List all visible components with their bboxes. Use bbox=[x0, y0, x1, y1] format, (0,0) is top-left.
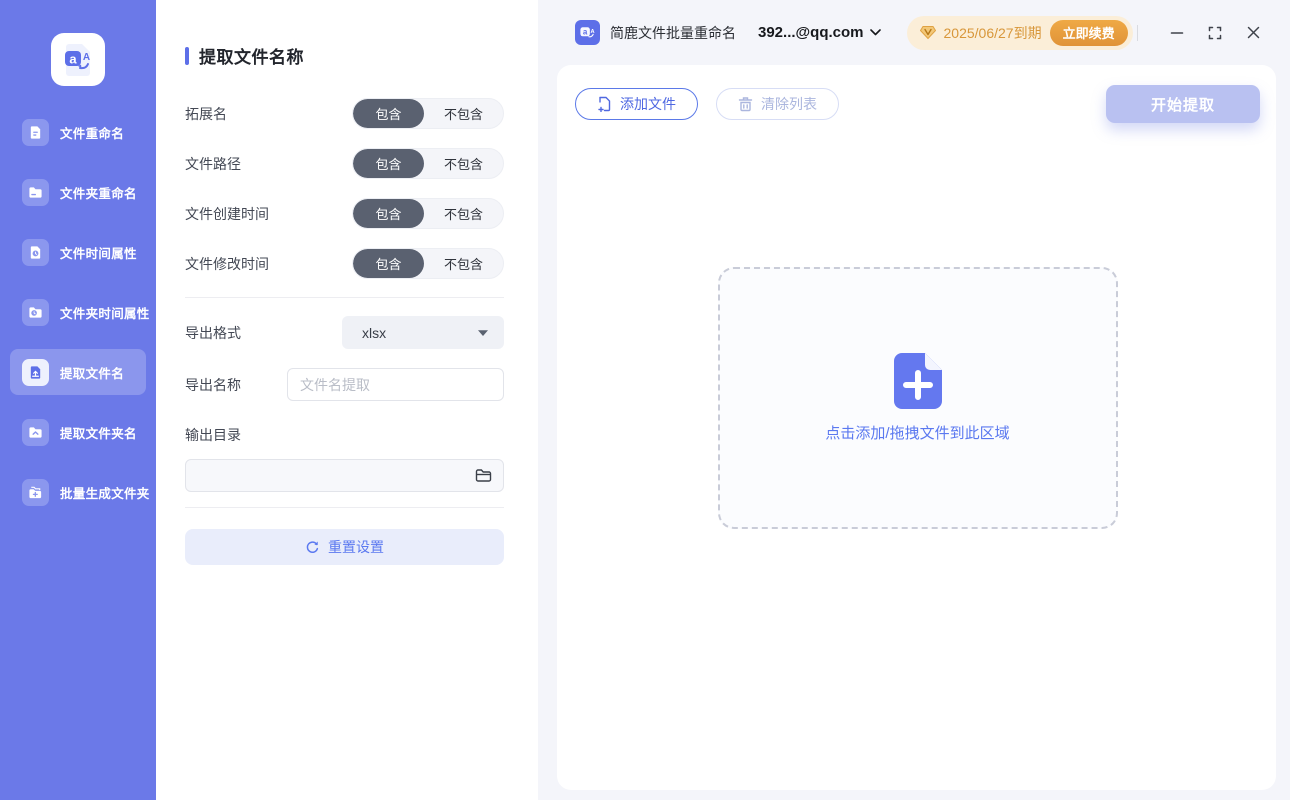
folder-clock-icon bbox=[22, 299, 49, 326]
close-icon bbox=[1247, 26, 1260, 39]
start-extract-button[interactable]: 开始提取 bbox=[1106, 85, 1260, 123]
sidebar-item-batch-create-folders[interactable]: 批量生成文件夹 bbox=[10, 469, 146, 515]
file-upload-icon bbox=[22, 359, 49, 386]
form-label: 导出名称 bbox=[185, 375, 241, 395]
export-format-row: 导出格式 xlsx bbox=[185, 316, 504, 349]
sidebar-item-extract-filename[interactable]: 提取文件名 bbox=[10, 349, 146, 395]
settings-panel: 提取文件名称 拓展名 包含 不包含 文件路径 包含 不包含 文件创建时间 包含 … bbox=[156, 0, 538, 800]
include-toggle: 包含 不包含 bbox=[352, 98, 504, 129]
include-toggle: 包含 不包含 bbox=[352, 148, 504, 179]
app-title: 简鹿文件批量重命名 bbox=[610, 23, 736, 43]
workspace: aA 简鹿文件批量重命名 392...@qq.com 2025/06/27到期 … bbox=[538, 0, 1290, 800]
clear-list-label: 清除列表 bbox=[761, 94, 817, 114]
toggle-row-filepath: 文件路径 包含 不包含 bbox=[185, 148, 504, 179]
file-dropzone[interactable]: 点击添加/拖拽文件到此区域 bbox=[718, 267, 1118, 529]
add-file-label: 添加文件 bbox=[620, 94, 676, 114]
sidebar-item-label: 提取文件夹名 bbox=[60, 423, 137, 442]
sidebar-nav: 文件重命名 文件夹重命名 文件时间属性 文件夹时间属性 提取文件名 bbox=[0, 102, 156, 522]
file-clock-icon bbox=[22, 239, 49, 266]
vip-diamond-icon bbox=[920, 25, 936, 40]
sidebar-item-label: 文件夹时间属性 bbox=[60, 303, 150, 322]
sidebar-item-label: 文件夹重命名 bbox=[60, 183, 137, 202]
sidebar-item-folder-time[interactable]: 文件夹时间属性 bbox=[10, 289, 146, 335]
dropdown-arrow-icon bbox=[477, 329, 489, 337]
folder-icon bbox=[22, 179, 49, 206]
toggle-include-option[interactable]: 包含 bbox=[353, 199, 424, 228]
folder-up-icon bbox=[22, 419, 49, 446]
form-label: 文件路径 bbox=[185, 154, 241, 174]
output-dir-input[interactable] bbox=[185, 459, 504, 492]
file-plus-icon bbox=[894, 353, 942, 409]
minimize-button[interactable] bbox=[1162, 18, 1192, 48]
toggle-include-option[interactable]: 包含 bbox=[353, 249, 424, 278]
sidebar-item-file-time[interactable]: 文件时间属性 bbox=[10, 229, 146, 275]
sidebar-item-label: 文件重命名 bbox=[60, 123, 124, 142]
form-label: 导出格式 bbox=[185, 323, 241, 343]
file-add-icon bbox=[597, 96, 612, 112]
toggle-row-created-time: 文件创建时间 包含 不包含 bbox=[185, 198, 504, 229]
sidebar-item-label: 批量生成文件夹 bbox=[60, 483, 150, 502]
panel-title: 提取文件名称 bbox=[185, 43, 504, 68]
select-value: xlsx bbox=[362, 325, 386, 341]
svg-text:A: A bbox=[83, 52, 90, 63]
toggle-include-option[interactable]: 包含 bbox=[353, 149, 424, 178]
refresh-icon bbox=[305, 540, 320, 555]
folder-open-icon bbox=[475, 468, 492, 483]
toggle-include-option[interactable]: 包含 bbox=[353, 99, 424, 128]
renew-button[interactable]: 立即续费 bbox=[1050, 20, 1128, 46]
form-label: 文件创建时间 bbox=[185, 204, 269, 224]
chevron-down-icon bbox=[870, 29, 881, 36]
form-label: 拓展名 bbox=[185, 104, 227, 124]
maximize-icon bbox=[1208, 26, 1222, 40]
sidebar-item-extract-foldername[interactable]: 提取文件夹名 bbox=[10, 409, 146, 455]
titlebar: aA 简鹿文件批量重命名 392...@qq.com 2025/06/27到期 … bbox=[538, 0, 1290, 65]
toggle-exclude-option[interactable]: 不包含 bbox=[424, 149, 503, 178]
panel-title-text: 提取文件名称 bbox=[199, 43, 304, 68]
sidebar: a A 文件重命名 文件夹重命名 文件时间属性 bbox=[0, 0, 156, 800]
browse-folder-button[interactable] bbox=[475, 468, 492, 483]
divider bbox=[185, 507, 504, 508]
export-format-select[interactable]: xlsx bbox=[342, 316, 504, 349]
toggle-exclude-option[interactable]: 不包含 bbox=[424, 99, 503, 128]
toggle-row-modified-time: 文件修改时间 包含 不包含 bbox=[185, 248, 504, 279]
license-expiry-text: 2025/06/27到期 bbox=[944, 23, 1042, 43]
export-name-row: 导出名称 bbox=[185, 368, 504, 401]
close-button[interactable] bbox=[1238, 18, 1268, 48]
trash-icon bbox=[738, 96, 753, 112]
app-logo-small: aA bbox=[575, 20, 600, 45]
file-icon bbox=[22, 119, 49, 146]
dropzone-hint: 点击添加/拖拽文件到此区域 bbox=[825, 422, 1009, 443]
account-dropdown[interactable]: 392...@qq.com bbox=[758, 24, 881, 41]
divider bbox=[185, 297, 504, 298]
svg-text:A: A bbox=[590, 29, 594, 35]
sidebar-item-label: 文件时间属性 bbox=[60, 243, 137, 262]
export-name-input[interactable] bbox=[287, 368, 504, 401]
toggle-row-extension: 拓展名 包含 不包含 bbox=[185, 98, 504, 129]
clear-list-button[interactable]: 清除列表 bbox=[716, 88, 839, 120]
title-accent-bar bbox=[185, 47, 189, 65]
svg-text:a: a bbox=[69, 51, 77, 66]
sidebar-item-folder-rename[interactable]: 文件夹重命名 bbox=[10, 169, 146, 215]
svg-text:a: a bbox=[583, 28, 588, 37]
toggle-exclude-option[interactable]: 不包含 bbox=[424, 249, 503, 278]
add-file-button[interactable]: 添加文件 bbox=[575, 88, 698, 120]
toggle-exclude-option[interactable]: 不包含 bbox=[424, 199, 503, 228]
account-email: 392...@qq.com bbox=[758, 24, 864, 41]
titlebar-divider bbox=[1137, 25, 1138, 41]
file-list-card: 添加文件 清除列表 开始提取 点击添加/拖拽文件到此区域 bbox=[557, 65, 1276, 790]
license-badge: 2025/06/27到期 立即续费 bbox=[907, 16, 1133, 50]
reset-label: 重置设置 bbox=[328, 537, 384, 557]
form-label: 文件修改时间 bbox=[185, 254, 269, 274]
minimize-icon bbox=[1170, 26, 1184, 40]
rename-logo-icon: a A bbox=[59, 41, 97, 79]
maximize-button[interactable] bbox=[1200, 18, 1230, 48]
app-logo: a A bbox=[51, 33, 105, 86]
output-dir-label: 输出目录 bbox=[185, 425, 504, 445]
folder-plus-icon bbox=[22, 479, 49, 506]
include-toggle: 包含 不包含 bbox=[352, 248, 504, 279]
reset-settings-button[interactable]: 重置设置 bbox=[185, 529, 504, 565]
include-toggle: 包含 不包含 bbox=[352, 198, 504, 229]
sidebar-item-label: 提取文件名 bbox=[60, 363, 124, 382]
sidebar-item-file-rename[interactable]: 文件重命名 bbox=[10, 109, 146, 155]
